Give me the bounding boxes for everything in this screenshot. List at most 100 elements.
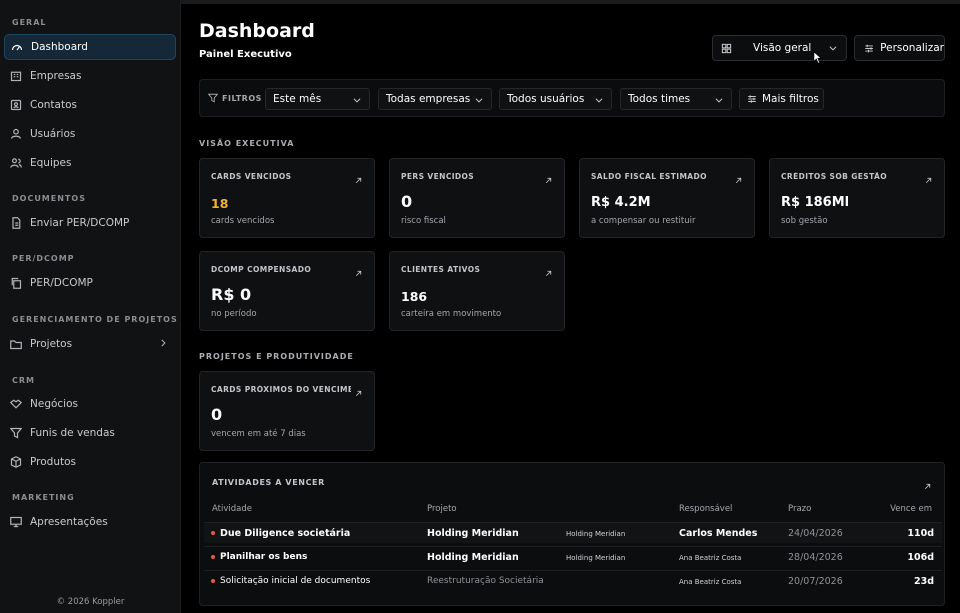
deadline-cell: 20/07/2026 [788, 576, 843, 587]
owner-cell: Ana Beatriz Costa [679, 578, 742, 586]
status-dot [211, 531, 215, 535]
arrow-up-right-icon [925, 177, 932, 184]
kpi-value: 186 [401, 289, 428, 304]
sidebar-item-label: Produtos [30, 456, 76, 468]
kpi-card-creditos[interactable]: CRÉDITOS SOB GESTÃO R$ 186Ml sob gestão [769, 158, 945, 238]
sidebar-item-label: Negócios [30, 398, 78, 410]
chevron-down-icon [715, 98, 723, 103]
company-value: Todas empresas [386, 93, 471, 105]
file-upload-icon [12, 217, 21, 229]
due-in-cell: 23d [913, 576, 934, 587]
owner-cell: Ana Beatriz Costa [679, 554, 742, 562]
sidebar-item-per-dcomp[interactable]: PER/DCOMP [4, 270, 176, 296]
chevron-down-icon [829, 46, 837, 51]
project-cell: Holding Meridian [427, 528, 519, 539]
arrow-up-right-icon [355, 390, 362, 397]
sidebar-item-projetos[interactable]: Projetos [4, 331, 176, 357]
deadline-cell: 24/04/2026 [788, 528, 843, 539]
kpi-card-proximos-vencimento[interactable]: CARDS PRÓXIMOS DO VENCIMEN... 0 vencem e… [199, 371, 375, 451]
company-select[interactable]: Todas empresas [378, 88, 492, 110]
page-title: Dashboard [199, 20, 315, 42]
sidebar-item-label: Dashboard [31, 41, 88, 53]
kpi-subtitle: cards vencidos [211, 216, 275, 226]
section-title-documentos: DOCUMENTOS [12, 194, 86, 203]
column-header: Projeto [427, 504, 457, 514]
grid-icon [721, 43, 732, 53]
kpi-card-pers-vencidos[interactable]: PERS VENCIDOS 0 risco fiscal [389, 158, 565, 238]
filter-label-text: FILTROS [222, 93, 262, 103]
kpi-label: CARDS VENCIDOS [211, 172, 292, 181]
kpi-value: R$ 0 [211, 285, 252, 304]
sidebar-item-contatos[interactable]: Contatos [4, 92, 176, 118]
section-title-marketing: MARKETING [12, 493, 75, 502]
kpi-subtitle: vencem em até 7 dias [211, 429, 306, 439]
users-icon [10, 158, 22, 168]
project-tag-cell: Holding Meridian [566, 554, 626, 562]
table-row[interactable]: Solicitação inicial de documentos Reestr… [204, 570, 942, 591]
user-select[interactable]: Todos usuários [499, 88, 612, 110]
column-header: Vence em [890, 504, 932, 514]
period-value: Este mês [273, 93, 322, 105]
activity-cell: Planilhar os bens [220, 552, 308, 562]
kpi-value: R$ 186Ml [781, 195, 850, 210]
arrow-up-right-icon[interactable] [923, 482, 932, 491]
top-divider [181, 0, 960, 4]
sidebar-item-label: Apresentações [30, 516, 108, 528]
sidebar-item-label: Usuários [30, 128, 76, 140]
more-filters-button[interactable]: Mais filtros [739, 88, 824, 110]
section-title-per-dcomp: PER/DCOMP [12, 254, 75, 263]
folder-icon [10, 340, 22, 350]
sidebar-item-apresentacoes[interactable]: Apresentações [4, 509, 176, 535]
sliders-icon [748, 95, 756, 103]
sidebar-item-label: Empresas [30, 70, 82, 82]
kpi-card-saldo-fiscal[interactable]: SALDO FISCAL ESTIMADO R$ 4.2M a compensa… [579, 158, 755, 238]
due-in-cell: 106d [907, 552, 934, 563]
table-title: ATIVIDADES A VENCER [212, 478, 325, 487]
sidebar-item-equipes[interactable]: Equipes [4, 150, 176, 176]
chevron-right-icon [161, 339, 166, 347]
kpi-value: R$ 4.2M [591, 195, 651, 210]
gauge-icon [11, 44, 23, 51]
sidebar-item-dashboard[interactable]: Dashboard [4, 34, 176, 60]
table-row[interactable]: Planilhar os bens Holding Meridian Holdi… [204, 546, 942, 567]
owner-cell: Carlos Mendes [679, 528, 758, 539]
kpi-subtitle: risco fiscal [401, 216, 446, 226]
arrow-up-right-icon [545, 270, 552, 277]
sidebar-item-empresas[interactable]: Empresas [4, 63, 176, 89]
deadline-cell: 28/04/2026 [788, 552, 843, 563]
view-select[interactable]: Visão geral [712, 35, 847, 61]
kpi-subtitle: carteira em movimento [401, 309, 502, 319]
kpi-card-clientes-ativos[interactable]: CLIENTES ATIVOS 186 carteira em moviment… [389, 251, 565, 331]
kpi-subtitle: no período [211, 309, 257, 319]
team-select[interactable]: Todos times [620, 88, 732, 110]
column-header: Prazo [788, 504, 812, 514]
user-icon [10, 128, 22, 139]
handshake-icon [10, 399, 22, 409]
kpi-card-dcomp[interactable]: DCOMP COMPENSADO R$ 0 no período [199, 251, 375, 331]
activity-cell: Solicitação inicial de documentos [220, 576, 371, 586]
column-header: Atividade [212, 504, 252, 514]
kpi-label: CRÉDITOS SOB GESTÃO [781, 172, 888, 181]
more-filters-label: Mais filtros [762, 93, 819, 105]
copy-icon [11, 277, 22, 289]
kpi-label: CLIENTES ATIVOS [401, 265, 481, 274]
table-row[interactable]: Due Diligence societária Holding Meridia… [204, 522, 942, 543]
sidebar-item-negocios[interactable]: Negócios [4, 391, 176, 417]
box-icon [10, 456, 22, 468]
kpi-card-cards-vencidos[interactable]: CARDS VENCIDOS 18 cards vencidos [199, 158, 375, 238]
sidebar-item-funis[interactable]: Funis de vendas [4, 420, 176, 446]
sidebar-item-usuarios[interactable]: Usuários [4, 121, 176, 147]
customize-button[interactable]: Personalizar [854, 35, 945, 61]
period-select[interactable]: Este mês [265, 88, 370, 110]
arrow-up-right-icon [355, 270, 362, 277]
user-value: Todos usuários [507, 93, 585, 105]
project-cell: Holding Meridian [427, 552, 519, 563]
sidebar: GERAL Dashboard Empresas Contatos Usuári… [0, 0, 181, 613]
sidebar-item-produtos[interactable]: Produtos [4, 449, 176, 475]
kpi-subtitle: a compensar ou restituir [591, 216, 696, 226]
kpi-label: SALDO FISCAL ESTIMADO [591, 172, 707, 181]
kpi-label: CARDS PRÓXIMOS DO VENCIMEN... [211, 385, 351, 394]
sidebar-item-enviar-per-dcomp[interactable]: Enviar PER/DCOMP [4, 210, 176, 236]
section-title-crm: CRM [12, 376, 35, 385]
kpi-value: 0 [211, 405, 223, 424]
